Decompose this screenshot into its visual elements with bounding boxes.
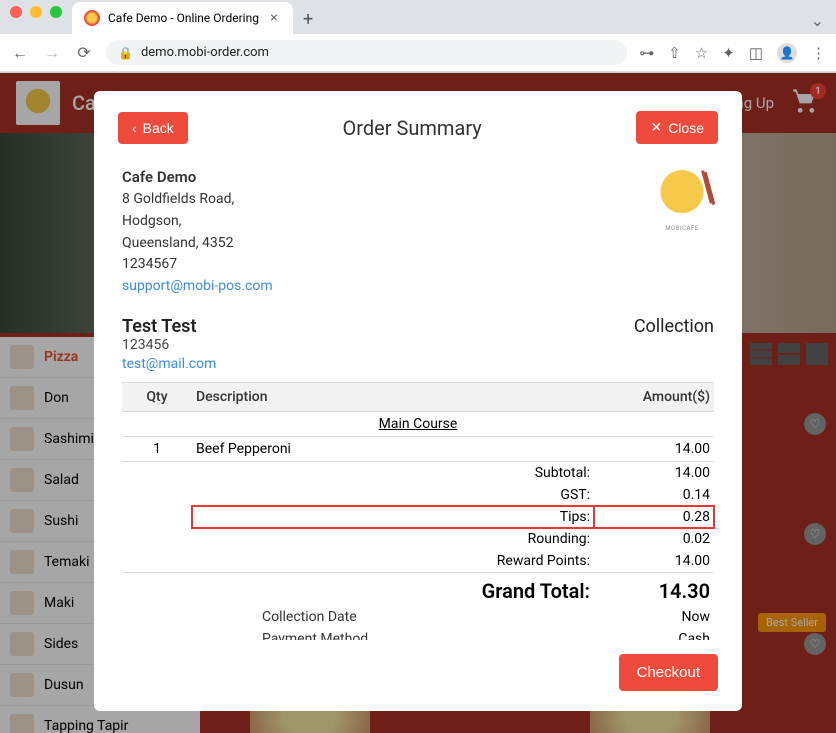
bookmark-icon[interactable]: ☆ xyxy=(695,44,708,62)
url-text: demo.mobi-order.com xyxy=(141,45,269,60)
back-label: Back xyxy=(143,120,174,136)
nav-forward-icon: → xyxy=(42,43,62,63)
grand-label: Grand Total: xyxy=(192,572,594,606)
profile-avatar-icon[interactable]: 👤 xyxy=(777,43,797,63)
subtotal-label: Subtotal: xyxy=(192,461,594,484)
rounding-label: Rounding: xyxy=(192,528,594,550)
customer-name: Test Test xyxy=(122,316,216,337)
customer-block: Test Test 123456 test@mail.com Collectio… xyxy=(122,316,714,372)
vendor-name: Cafe Demo xyxy=(122,166,273,189)
order-type: Collection xyxy=(634,316,714,337)
tab-close-icon[interactable]: × xyxy=(267,11,281,25)
window-close[interactable] xyxy=(10,6,22,18)
modal-title: Order Summary xyxy=(343,116,482,140)
grand-total-row: Grand Total: 14.30 xyxy=(122,572,714,606)
collection-date-row: Collection Date Now xyxy=(122,606,714,628)
tips-value: 0.28 xyxy=(594,506,714,528)
table-header-row: Qty Description Amount($) xyxy=(122,382,714,411)
rounding-value: 0.02 xyxy=(594,528,714,550)
hdr-amt: Amount($) xyxy=(594,382,714,411)
tabs-dropdown-icon[interactable]: ⌄ xyxy=(799,7,836,34)
vendor-info: Cafe Demo 8 Goldfields Road, Hodgson, Qu… xyxy=(122,166,273,298)
item-amt: 14.00 xyxy=(594,436,714,461)
address-bar[interactable]: 🔒 demo.mobi-order.com xyxy=(106,40,627,65)
share-icon[interactable]: ⇧ xyxy=(668,44,681,62)
modal-footer: Checkout xyxy=(118,654,718,691)
hdr-desc: Description xyxy=(192,382,594,411)
tips-label: Tips: xyxy=(192,506,594,528)
browser-tab[interactable]: Cafe Demo - Online Ordering × xyxy=(72,2,293,34)
extensions-icon[interactable]: ✦ xyxy=(722,44,735,62)
key-icon[interactable]: ⊶ xyxy=(639,44,654,62)
chevron-left-icon: ‹ xyxy=(132,120,137,136)
reward-label: Reward Points: xyxy=(192,550,594,573)
vendor-block: Cafe Demo 8 Goldfields Road, Hodgson, Qu… xyxy=(122,166,714,298)
menu-icon[interactable]: ⋮ xyxy=(811,44,826,62)
vendor-addr1: 8 Goldfields Road, xyxy=(122,189,273,211)
tab-bar: Cafe Demo - Online Ordering × + ⌄ xyxy=(0,2,836,34)
gst-value: 0.14 xyxy=(594,484,714,506)
page: Ca ng Up 1 PizzaDonSashimiSaladSushiTema… xyxy=(0,73,836,733)
checkout-button[interactable]: Checkout xyxy=(619,654,718,691)
close-label: Close xyxy=(668,120,704,136)
close-icon: ✕ xyxy=(650,119,662,136)
nav-reload-icon[interactable]: ⟳ xyxy=(74,43,94,63)
vendor-logo xyxy=(650,166,714,230)
payment-method-row: Payment Method Cash xyxy=(122,628,714,640)
subtotal-value: 14.00 xyxy=(594,461,714,484)
line-item-row: 1 Beef Pepperoni 14.00 xyxy=(122,436,714,461)
customer-info: Test Test 123456 test@mail.com xyxy=(122,316,216,372)
tab-favicon xyxy=(84,10,100,26)
back-button[interactable]: ‹ Back xyxy=(118,112,188,144)
tips-row: Tips: 0.28 xyxy=(122,506,714,528)
gst-label: GST: xyxy=(192,484,594,506)
summary-body: Cafe Demo 8 Goldfields Road, Hodgson, Qu… xyxy=(118,156,718,640)
nav-back-icon[interactable]: ← xyxy=(10,43,30,63)
customer-email-link[interactable]: test@mail.com xyxy=(122,356,216,372)
vendor-addr2: Hodgson, xyxy=(122,211,273,233)
course-row: Main Course xyxy=(122,411,714,436)
window-maximize[interactable] xyxy=(50,6,62,18)
lock-icon: 🔒 xyxy=(118,46,133,60)
tab-title: Cafe Demo - Online Ordering xyxy=(108,11,259,25)
collection-date-label: Collection Date xyxy=(122,606,594,628)
window-minimize[interactable] xyxy=(30,6,42,18)
item-desc: Beef Pepperoni xyxy=(192,436,594,461)
customer-phone: 123456 xyxy=(122,337,216,353)
subtotal-row: Subtotal: 14.00 xyxy=(122,461,714,484)
order-summary-modal: ‹ Back Order Summary ✕ Close Cafe Demo 8… xyxy=(94,91,742,711)
reward-value: 14.00 xyxy=(594,550,714,573)
vendor-phone: 1234567 xyxy=(122,254,273,276)
close-button[interactable]: ✕ Close xyxy=(636,111,718,144)
toolbar-icons: ⊶ ⇧ ☆ ✦ ◫ 👤 ⋮ xyxy=(639,43,826,63)
vendor-addr3: Queensland, 4352 xyxy=(122,233,273,255)
modal-overlay: ‹ Back Order Summary ✕ Close Cafe Demo 8… xyxy=(0,73,836,733)
new-tab-button[interactable]: + xyxy=(293,5,323,34)
hdr-qty: Qty xyxy=(122,382,192,411)
gst-row: GST: 0.14 xyxy=(122,484,714,506)
panel-icon[interactable]: ◫ xyxy=(749,44,763,62)
course-header: Main Course xyxy=(122,411,714,436)
vendor-email-link[interactable]: support@mobi-pos.com xyxy=(122,278,273,294)
modal-header: ‹ Back Order Summary ✕ Close xyxy=(118,111,718,144)
browser-toolbar: ← → ⟳ 🔒 demo.mobi-order.com ⊶ ⇧ ☆ ✦ ◫ 👤 … xyxy=(0,34,836,72)
grand-value: 14.30 xyxy=(594,572,714,606)
reward-row: Reward Points: 14.00 xyxy=(122,550,714,573)
item-qty: 1 xyxy=(122,436,192,461)
payment-method-label: Payment Method xyxy=(122,628,594,640)
collection-date-value: Now xyxy=(594,606,714,628)
chopsticks-icon xyxy=(687,167,718,208)
rounding-row: Rounding: 0.02 xyxy=(122,528,714,550)
browser-chrome: Cafe Demo - Online Ordering × + ⌄ ← → ⟳ … xyxy=(0,0,836,73)
order-table: Qty Description Amount($) Main Course 1 … xyxy=(122,382,714,640)
payment-method-value: Cash xyxy=(594,628,714,640)
